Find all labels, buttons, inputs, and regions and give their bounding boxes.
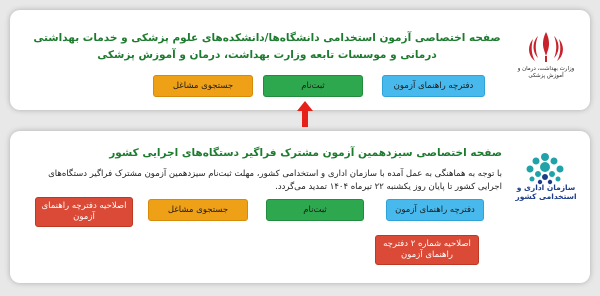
job-search-button[interactable]: جستجوی مشاغل: [153, 75, 253, 97]
register-button[interactable]: ثبت‌نام: [266, 199, 364, 221]
exam-card-civil-service: سازمان اداری و استخدامی کشور صفحه اختصاص…: [10, 131, 590, 283]
ministry-logo-text: وزارت بهداشت، درمان و آموزش پزشکی: [517, 66, 575, 79]
exam-card-health-ministry: وزارت بهداشت، درمان و آموزش پزشکی صفحه ا…: [10, 10, 590, 110]
iran-emblem-logo: [529, 32, 563, 62]
guide-correction-button[interactable]: اصلاحیه دفترچه راهنمای آزمون: [35, 197, 133, 227]
job-search-button[interactable]: جستجوی مشاغل: [148, 199, 248, 221]
section2-description: با توجه به هماهنگی به عمل آمده با سازمان…: [48, 169, 502, 192]
register-button[interactable]: ثبت‌نام: [263, 75, 363, 97]
guide-correction-2-button[interactable]: اصلاحیه شماره ۲ دفترچه راهنمای آزمون: [375, 235, 479, 265]
section2-title: صفحه اختصاصی سیزدهمین آزمون مشترک فراگیر…: [109, 147, 502, 159]
exam-guide-button[interactable]: دفترچه راهنمای آزمون: [382, 75, 485, 97]
pointer-arrow-icon: [297, 101, 313, 127]
civil-service-logo-text: سازمان اداری و استخدامی کشور: [515, 183, 577, 201]
section1-title: صفحه اختصاصی آزمون استخدامی دانشگاه‌ها/د…: [33, 32, 501, 61]
exam-guide-button[interactable]: دفترچه راهنمای آزمون: [386, 199, 484, 221]
